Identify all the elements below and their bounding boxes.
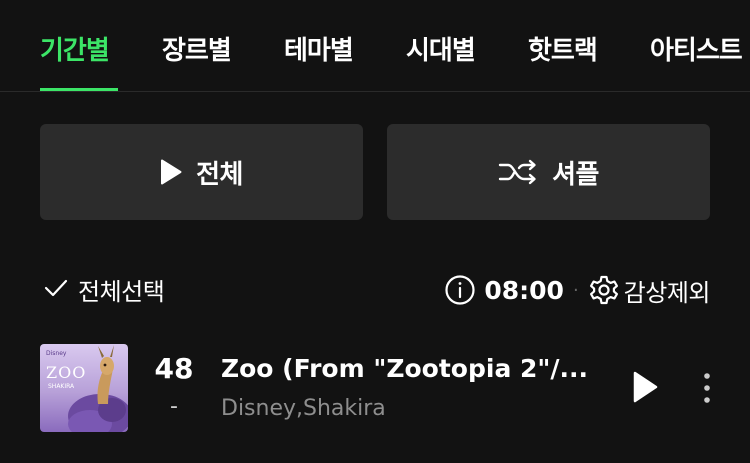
- category-tabs: 기간별 장르별 테마별 시대별 핫트랙 아티스트: [0, 0, 750, 92]
- tab-period[interactable]: 기간별: [40, 30, 110, 67]
- shuffle-button[interactable]: 셔플: [387, 124, 710, 220]
- track-play-button[interactable]: [630, 370, 660, 408]
- album-art[interactable]: Disney ZOO SHAKIRA: [40, 344, 128, 432]
- list-tools: 08:00 · 감상제외: [444, 272, 711, 308]
- info-icon[interactable]: [444, 274, 476, 306]
- track-artist[interactable]: Disney,Shakira: [221, 396, 386, 421]
- more-vertical-icon: [704, 373, 710, 403]
- track-row[interactable]: Disney ZOO SHAKIRA 48 - Zoo (From "Zooto…: [0, 340, 750, 436]
- rank-change: -: [170, 394, 178, 419]
- total-duration: 08:00: [484, 275, 564, 305]
- shuffle-label: 셔플: [552, 159, 599, 190]
- shuffle-icon: [498, 159, 538, 185]
- play-icon: [160, 159, 182, 185]
- tab-era[interactable]: 시대별: [406, 30, 476, 67]
- separator-dot: ·: [572, 279, 579, 301]
- gear-icon[interactable]: [588, 274, 620, 306]
- check-icon: [44, 278, 68, 302]
- tab-theme[interactable]: 테마별: [284, 30, 354, 67]
- track-title[interactable]: Zoo (From "Zootopia 2"/...: [221, 354, 605, 383]
- album-brand: Disney: [46, 350, 67, 357]
- select-all-label: 전체선택: [78, 278, 165, 306]
- play-all-label: 전체: [196, 159, 243, 190]
- select-all-toggle[interactable]: 전체선택: [44, 272, 165, 307]
- album-artist: SHAKIRA: [48, 383, 75, 390]
- active-tab-indicator: [40, 88, 118, 91]
- tab-genre[interactable]: 장르별: [162, 30, 232, 67]
- album-title: ZOO: [46, 363, 86, 382]
- exclude-listening-button[interactable]: 감상제외: [624, 273, 711, 308]
- play-icon: [633, 371, 658, 403]
- track-more-button[interactable]: [696, 370, 718, 410]
- play-all-button[interactable]: 전체: [40, 124, 363, 220]
- tab-artist[interactable]: 아티스트: [650, 30, 743, 67]
- track-rank: 48: [154, 352, 194, 385]
- tab-hot-track[interactable]: 핫트랙: [528, 30, 598, 67]
